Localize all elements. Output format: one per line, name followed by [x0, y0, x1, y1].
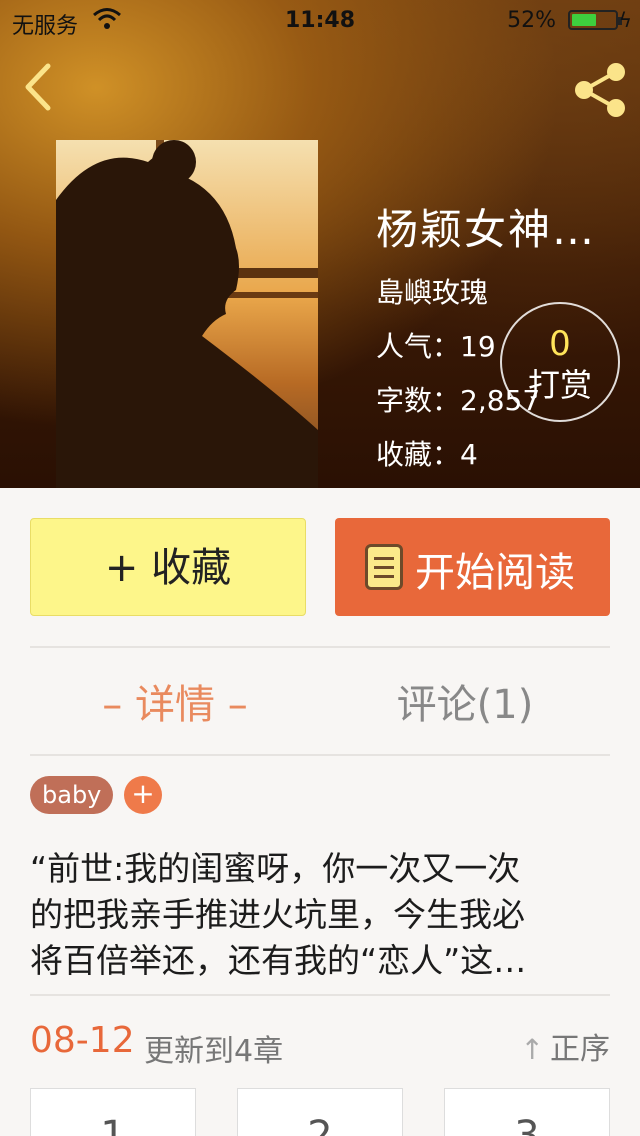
add-tag-button[interactable]: +	[124, 776, 162, 814]
book-description[interactable]: “前世:我的闺蜜呀，你一次又一次 的把我亲手推进火坑里，今生我必 将百倍举还，还…	[30, 846, 610, 984]
book-icon	[365, 544, 403, 590]
tag-chip[interactable]: baby	[30, 776, 114, 814]
chapter-tile[interactable]: 1	[30, 1088, 196, 1136]
favorites-stat: 收藏：4	[376, 433, 596, 473]
start-reading-button[interactable]: 开始阅读	[335, 518, 610, 616]
divider	[30, 646, 610, 648]
tip-button[interactable]: 0 打赏	[500, 302, 620, 422]
share-icon[interactable]	[570, 60, 630, 120]
tip-count: 0	[549, 324, 571, 364]
divider	[30, 994, 610, 996]
status-bar: 无服务 11:48 52% ϟ	[0, 0, 640, 40]
chevron-left-icon[interactable]	[18, 60, 62, 114]
tab-detail[interactable]: – 详情 –	[30, 672, 320, 730]
divider	[30, 754, 610, 756]
book-title: 杨颖女神…	[376, 205, 597, 254]
word-count-label: 字数：	[376, 384, 461, 417]
description-line: 将百倍举还，还有我的“恋人”这…	[30, 941, 527, 980]
add-to-favorites-button[interactable]: + 收藏	[30, 518, 306, 616]
battery-percent: 52%	[507, 8, 556, 33]
chapter-tile[interactable]: 2	[237, 1088, 403, 1136]
description-line: “前世:我的闺蜜呀，你一次又一次	[30, 849, 521, 888]
start-reading-label: 开始阅读	[415, 550, 575, 596]
popularity-value: 19	[460, 330, 496, 363]
update-date: 08-12	[30, 1020, 135, 1061]
lightning-icon: ϟ	[618, 8, 632, 32]
arrow-up-icon: ↑	[520, 1033, 544, 1066]
tab-comments[interactable]: 评论(1)	[320, 672, 610, 730]
book-cover[interactable]	[56, 140, 318, 488]
description-line: 的把我亲手推进火坑里，今生我必	[30, 895, 525, 934]
favorites-label: 收藏：	[376, 438, 461, 471]
book-header: 无服务 11:48 52% ϟ 杨颖女神… 島嶼玫瑰 人气：19 字数：2,85…	[0, 0, 640, 488]
tip-label: 打赏	[527, 366, 592, 404]
chapter-tile[interactable]: 3	[444, 1088, 610, 1136]
popularity-label: 人气：	[376, 330, 461, 363]
sort-order-button[interactable]: ↑ 正序	[521, 1024, 610, 1068]
sort-order-label: 正序	[550, 1032, 610, 1067]
battery-icon	[568, 10, 622, 30]
cover-silhouette	[56, 140, 318, 488]
update-status: 更新到4章	[144, 1034, 284, 1069]
favorites-value: 4	[460, 438, 478, 471]
